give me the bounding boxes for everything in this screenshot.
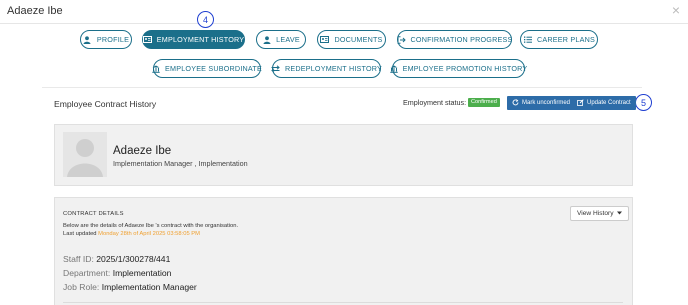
view-history-label: View History <box>577 210 614 217</box>
contract-description: Below are the details of Adaeze Ibe 's c… <box>63 223 239 229</box>
tab-documents[interactable]: DOCUMENTS <box>317 30 386 49</box>
tab-confirmation-progress[interactable]: CONFIRMATION PROGRESS <box>397 30 512 49</box>
view-history-button[interactable]: View History <box>570 206 629 221</box>
section-title: Employee Contract History <box>54 99 157 109</box>
swap-icon <box>271 64 280 73</box>
tab-employee-subordinate[interactable]: EMPLOYEE SUBORDINATE <box>152 59 262 78</box>
tab-leave[interactable]: LEAVE <box>256 30 306 49</box>
update-contract-button[interactable]: Update Contract <box>572 96 636 110</box>
step-marker-5: 5 <box>635 94 652 111</box>
contract-details-title: CONTRACT DETAILS <box>63 211 124 217</box>
department-label: Department: <box>63 268 111 278</box>
staff-id-label: Staff ID: <box>63 254 94 264</box>
edit-icon <box>577 98 584 108</box>
divider <box>63 302 623 303</box>
department-value: Implementation <box>112 268 172 278</box>
tab-career-plans[interactable]: CAREER PLANS <box>520 30 598 49</box>
tab-label: PROFILE <box>96 35 130 44</box>
tab-label: EMPLOYEE PROMOTION HISTORY <box>402 64 528 73</box>
step-marker-4: 4 <box>197 11 214 28</box>
profile-card: Adaeze Ibe Implementation Manager , Impl… <box>54 124 633 186</box>
list-icon <box>523 36 532 44</box>
mark-unconfirmed-label: Mark unconfirmed <box>522 100 571 106</box>
employment-status-label: Employment status: <box>403 98 467 107</box>
department-row: Department: Implementation <box>63 268 171 278</box>
tab-employee-promotion-history[interactable]: EMPLOYEE PROMOTION HISTORY <box>389 59 528 78</box>
employee-name: Adaeze Ibe <box>113 145 172 157</box>
avatar <box>63 132 107 177</box>
mark-unconfirmed-button[interactable]: Mark unconfirmed <box>507 96 576 110</box>
employee-role: Implementation Manager , Implementation <box>113 159 248 168</box>
staff-id-value: 2025/1/300278/441 <box>96 254 171 264</box>
user-icon <box>83 35 92 44</box>
building-icon <box>389 65 398 73</box>
update-contract-label: Update Contract <box>587 100 631 106</box>
tab-label: EMPLOYMENT HISTORY <box>156 35 245 44</box>
tab-profile[interactable]: PROFILE <box>80 30 132 49</box>
tab-label: DOCUMENTS <box>334 35 383 44</box>
tab-label: EMPLOYEE SUBORDINATE <box>165 64 262 73</box>
modal-header: Adaeze Ibe × <box>0 0 688 24</box>
sign-out-icon <box>397 35 406 44</box>
last-updated-label: Last updated <box>63 231 97 237</box>
tab-label: CONFIRMATION PROGRESS <box>410 35 513 44</box>
tab-employment-history[interactable]: EMPLOYMENT HISTORY <box>142 30 245 49</box>
staff-id-row: Staff ID: 2025/1/300278/441 <box>63 254 170 264</box>
refresh-icon <box>512 98 519 108</box>
divider <box>42 87 642 88</box>
last-updated-value: Monday 28th of April 2025 03:58:05 PM <box>98 231 200 237</box>
tab-redeployment-history[interactable]: REDEPLOYMENT HISTORY <box>271 59 383 78</box>
job-role-row: Job Role: Implementation Manager <box>63 282 197 292</box>
close-icon[interactable]: × <box>672 3 680 17</box>
id-card-icon <box>142 36 152 44</box>
last-updated: Last updated Monday 28th of April 2025 0… <box>63 231 200 237</box>
caret-down-icon <box>616 210 622 217</box>
tab-label: LEAVE <box>276 35 300 44</box>
building-icon <box>152 65 160 73</box>
contract-details-card: CONTRACT DETAILS Below are the details o… <box>54 197 633 305</box>
job-role-value: Implementation Manager <box>101 282 197 292</box>
id-card-icon <box>320 36 330 44</box>
job-role-label: Job Role: <box>63 282 100 292</box>
status-badge: Confirmed <box>468 98 500 107</box>
tab-label: REDEPLOYMENT HISTORY <box>284 64 383 73</box>
user-icon <box>262 35 271 44</box>
tab-label: CAREER PLANS <box>537 35 595 44</box>
avatar-placeholder-icon <box>67 139 103 177</box>
window-title: Adaeze Ibe <box>7 5 63 17</box>
